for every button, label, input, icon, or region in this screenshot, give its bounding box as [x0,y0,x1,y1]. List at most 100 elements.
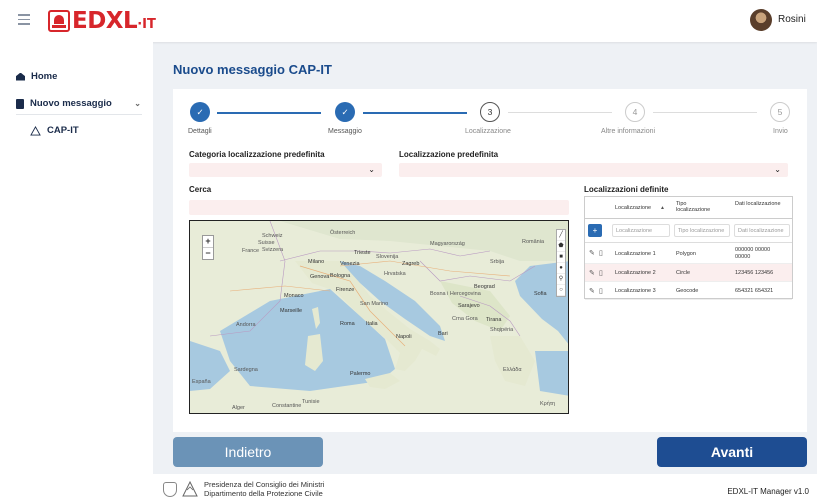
add-location-button[interactable]: + [588,224,602,237]
table-row[interactable]: ✎ ▯ Localizzazione 1 Polygon 000000 0000… [585,244,792,264]
trash-icon[interactable]: ▯ [599,249,603,257]
location-data: 654321 654321 [735,288,774,294]
wizard-card: ✓ ✓ 3 4 5 Dettagli Messaggio Localizzazi… [173,89,807,432]
trash-icon[interactable]: ▯ [599,287,603,295]
map-label: Sofia [534,291,547,297]
draw-circle-marker-icon[interactable]: ○ [557,285,565,296]
map-label: Bologna [330,273,351,279]
map-label: Roma [340,321,355,327]
step-4-circle[interactable]: 4 [625,102,645,122]
table-row[interactable]: ✎ ▯ Localizzazione 3 Geocode 654321 6543… [585,282,792,300]
username[interactable]: Rosini [778,14,806,25]
location-name: Localizzazione 3 [615,288,656,294]
step-3-circle[interactable]: 3 [480,102,500,122]
column-header-type[interactable]: Tipo localizzazione [676,201,720,213]
map-label: Sarajevo [458,303,480,309]
step-connector [363,112,467,114]
step-1-label: Dettagli [188,128,212,135]
sidebar-item-cap-it[interactable]: CAP-IT [30,125,79,136]
map-label: España [192,379,211,385]
republic-emblem-icon [163,482,177,497]
step-2-circle[interactable]: ✓ [335,102,355,122]
trash-icon[interactable]: ▯ [599,269,603,277]
map-label: Alger [232,405,245,411]
map-label: Österreich [330,230,356,236]
map-label: Palermo [350,371,371,377]
step-1-circle[interactable]: ✓ [190,102,210,122]
map-label: Italia [366,321,378,327]
draw-circle-icon[interactable]: ● [557,263,565,274]
map-label: San Marino [360,301,389,307]
map-label: România [522,239,545,245]
category-select[interactable]: ⌄ [189,163,382,177]
step-3-label: Localizzazione [465,128,511,135]
location-data: 123456 123456 [735,270,774,276]
map-label: Shqipëria [490,327,514,333]
avatar[interactable] [750,9,772,31]
menu-icon[interactable] [18,14,30,26]
back-button[interactable]: Indietro [173,437,323,467]
map-label: Tirana [486,317,502,323]
page-title: Nuovo messaggio CAP-IT [173,62,332,77]
draw-toolbar: ╱ ⬟ ■ ● ⚲ ○ [556,229,566,297]
map-label: Crna Gora [452,316,478,322]
draw-rectangle-icon[interactable]: ■ [557,252,565,263]
predefined-select[interactable]: ⌄ [399,163,788,177]
map-label: Napoli [396,334,412,340]
document-icon [16,98,24,109]
map-label: Monaco [284,293,304,299]
alert-badge-icon [48,10,70,32]
map-label: Suisse [258,240,275,246]
draw-marker-icon[interactable]: ⚲ [557,274,565,285]
filter-type-input[interactable]: Tipo localizzazione [674,224,730,237]
map-label: Srbija [490,259,505,265]
step-5-circle[interactable]: 5 [770,102,790,122]
draw-line-icon[interactable]: ╱ [557,230,565,241]
location-data: 000000 00000 00000 [735,247,771,260]
map-label: Tunisie [302,399,320,405]
edit-icon[interactable]: ✎ [589,287,595,295]
chevron-down-icon: ⌄ [774,165,781,174]
column-header-location[interactable]: Localizzazione [615,205,651,211]
filter-location-input[interactable]: Localizzazione [612,224,670,237]
civil-protection-logo-icon [182,481,198,497]
sort-arrow-icon[interactable]: ▲ [660,205,665,211]
home-icon [16,72,25,81]
footer: Presidenza del Consiglio dei Ministri Di… [153,474,817,504]
chevron-down-icon: ⌄ [134,99,141,108]
filter-data-input[interactable]: Dati localizzazione [734,224,790,237]
step-2-label: Messaggio [328,128,362,135]
sidebar-item-label: CAP-IT [47,125,79,136]
app-logo[interactable]: EDXL ·IT [48,8,156,34]
map-label: France [242,248,260,254]
footer-organization: Presidenza del Consiglio dei Ministri Di… [204,480,324,498]
search-label: Cerca [189,185,212,194]
footer-org-line2: Dipartimento della Protezione Civile [204,489,323,498]
category-label: Categoria localizzazione predefinita [189,150,325,159]
app-version: EDXL-IT Manager v1.0 [727,487,809,496]
step-connector [653,112,757,113]
table-row[interactable]: ✎ ▯ Localizzazione 2 Circle 123456 12345… [585,264,792,282]
sidebar-item-new-message[interactable]: Nuovo messaggio ⌄ [16,98,141,109]
zoom-in-button[interactable]: + [203,236,213,248]
map-label: Bari [438,331,448,337]
sidebar-item-home[interactable]: Home [16,71,57,82]
step-5-label: Invio [773,128,788,135]
edit-icon[interactable]: ✎ [589,269,595,277]
location-name: Localizzazione 1 [615,251,656,257]
edit-icon[interactable]: ✎ [589,249,595,257]
map[interactable]: Schweiz Suisse Svizzera Österreich Magya… [189,220,569,414]
location-type: Circle [676,270,691,276]
draw-polygon-icon[interactable]: ⬟ [557,241,565,252]
map-label: Firenze [336,287,355,293]
warning-triangle-icon [30,125,41,136]
map-label: Zagreb [402,261,420,267]
step-connector [508,112,612,113]
map-label: Sardegna [234,367,258,373]
search-input[interactable] [189,200,569,215]
map-label: Magyarország [430,241,465,247]
top-bar: EDXL ·IT Rosini [0,0,817,42]
zoom-out-button[interactable]: − [203,248,213,259]
next-button[interactable]: Avanti [657,437,807,467]
column-header-data[interactable]: Dati localizzazione [735,201,785,207]
